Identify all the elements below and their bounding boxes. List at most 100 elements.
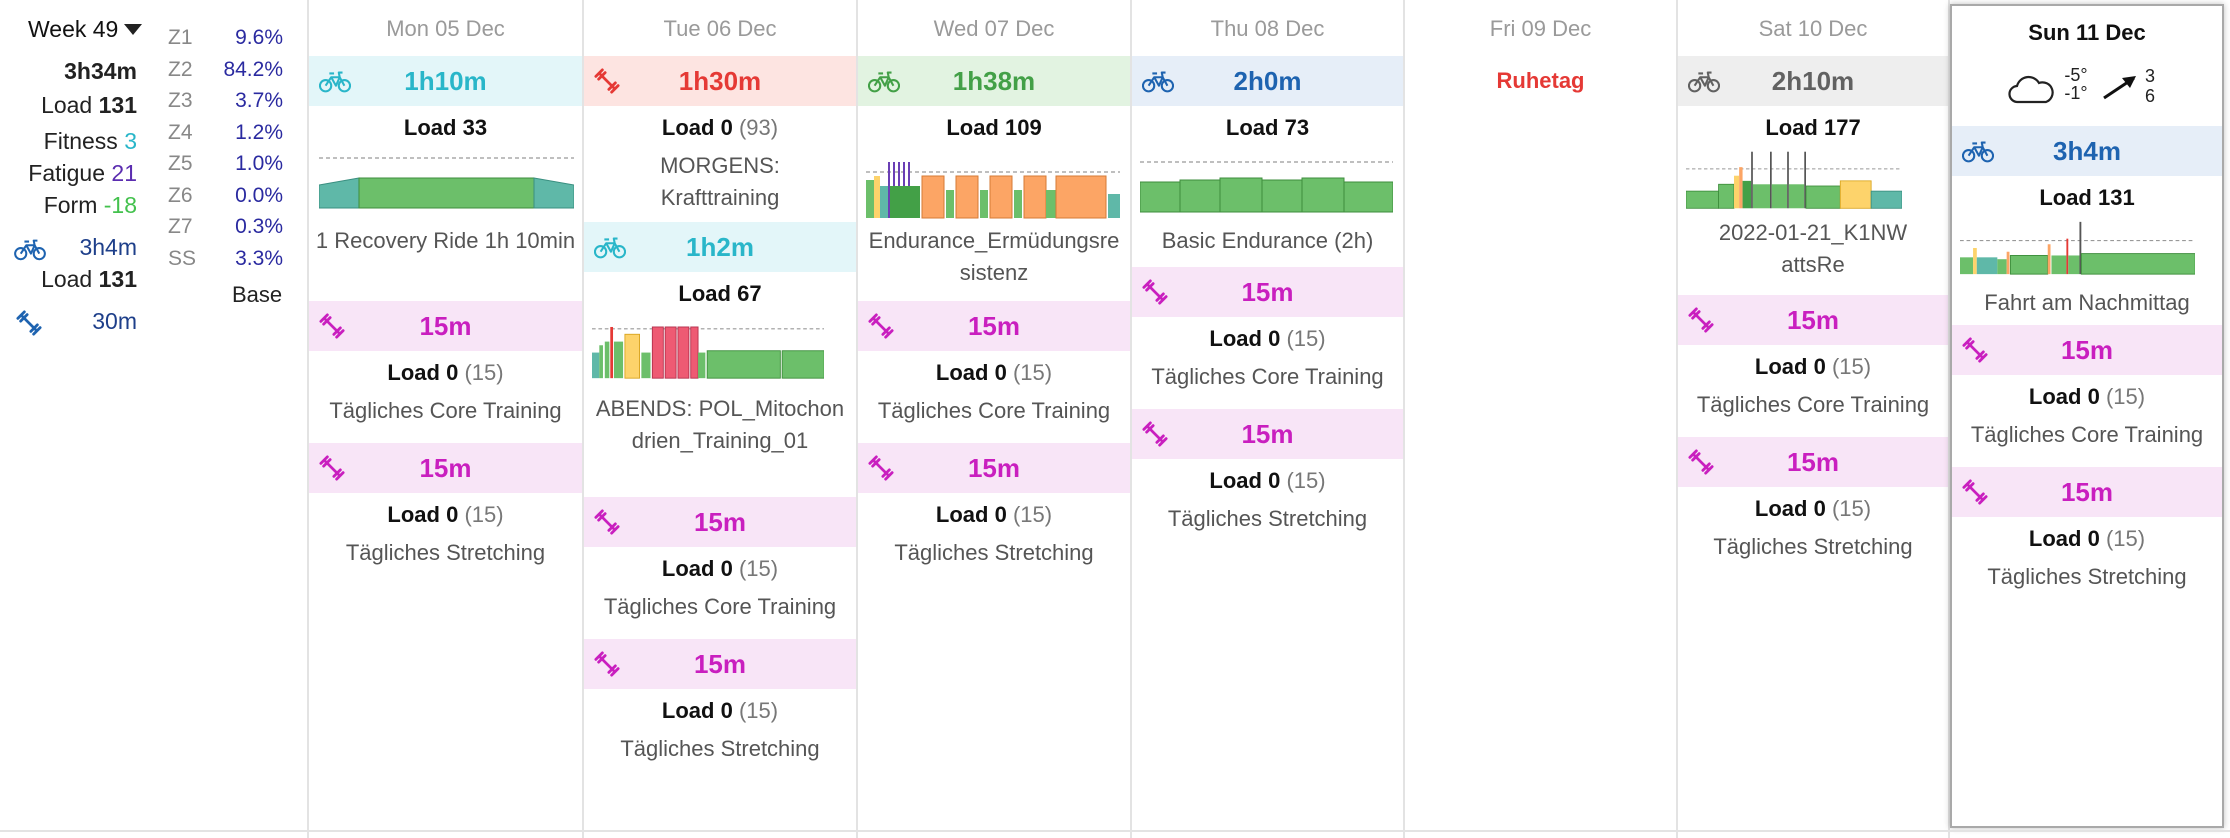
- activity-card[interactable]: 1h30m Load 0 (93) MORGENS: Krafttraining: [584, 56, 856, 222]
- activity-name: Tägliches Core Training: [1151, 364, 1384, 389]
- bike-icon: [868, 67, 900, 95]
- activity-card[interactable]: 15m Load 0 (15) Tägliches Stretching: [1678, 437, 1948, 563]
- load-planned: (15): [464, 502, 504, 527]
- week-title: Week 49: [28, 16, 119, 42]
- zone-row: Z2 84.2%: [168, 54, 283, 86]
- activity-duration: 15m: [419, 310, 472, 341]
- zone-row: Z5 1.0%: [168, 148, 283, 180]
- dumbbell-icon: [1962, 479, 1988, 505]
- load-value: Load 67: [678, 281, 762, 306]
- activity-duration: 1h38m: [952, 65, 1036, 96]
- activity-band: 15m: [1678, 437, 1948, 487]
- activity-card[interactable]: 15m Load 0 (15) Tägliches Core Training: [1678, 295, 1948, 437]
- activity-duration: 15m: [419, 452, 472, 483]
- day-header: Tue 06 Dec: [663, 16, 777, 41]
- activity-card[interactable]: 15m Load 0 (15) Tägliches Core Training: [858, 301, 1130, 443]
- rest-day-label[interactable]: Ruhetag: [1405, 68, 1676, 94]
- activity-load: Load 0 (15): [858, 493, 1130, 537]
- bike-icon: [594, 233, 626, 261]
- activity-card[interactable]: 1h38m Load 109 Endurance_Ermüdungsresist…: [858, 56, 1130, 299]
- activity-duration: 15m: [967, 310, 1021, 341]
- activity-card[interactable]: 15m Load 0 (15) Tägliches Stretching: [1132, 409, 1403, 535]
- dumbbell-icon: [319, 313, 345, 339]
- activity-name: Tägliches Stretching: [1713, 534, 1913, 559]
- activity-band: 15m: [1132, 409, 1403, 459]
- activity-name: Tägliches Core Training: [329, 398, 562, 423]
- activity-power-chart: [1685, 151, 1903, 209]
- activity-name: Tägliches Stretching: [1987, 564, 2187, 589]
- wind-bottom: 6: [2144, 86, 2155, 106]
- activity-band: 15m: [1678, 295, 1948, 345]
- zone-name: Z5: [168, 152, 193, 175]
- activity-duration: 15m: [1241, 276, 1294, 307]
- activity-card[interactable]: 1h10m Load 33 1 Recovery Ride 1h 10min: [309, 56, 582, 299]
- zone-value: 3.3%: [235, 246, 283, 270]
- activity-card[interactable]: 15m Load 0 (15) Tägliches Core Training: [1132, 267, 1403, 409]
- activity-name: Tägliches Stretching: [345, 540, 546, 565]
- activity-duration: 15m: [1241, 418, 1294, 449]
- zone-name: Z3: [168, 89, 193, 112]
- activity-band: 2h0m: [1132, 56, 1403, 106]
- ride-load-value: 131: [98, 266, 137, 292]
- activity-card[interactable]: 15m Load 0 (15) Tägliches Stretching: [584, 639, 856, 765]
- activity-name: Basic Endurance (2h): [1161, 228, 1374, 253]
- load-value: Load 131: [2039, 185, 2135, 210]
- activity-name: Tägliches Core Training: [1696, 392, 1930, 417]
- activity-duration: 15m: [2060, 476, 2114, 507]
- week-fatigue: Fatigue 21: [28, 160, 137, 187]
- load-planned: (15): [738, 698, 779, 723]
- activity-card[interactable]: 1h2m Load 67 ABENDS: POL_Mitochondrien_T…: [584, 222, 856, 497]
- activity-card[interactable]: 15m Load 0 (15) Tägliches Core Training: [1952, 325, 2222, 467]
- load-value: Load 0: [935, 360, 1007, 385]
- activity-card[interactable]: 3h4m Load 131 Fahrt am Nachmittag: [1952, 126, 2222, 325]
- zone-name: Z6: [168, 183, 193, 207]
- zone-value: 3.7%: [235, 89, 283, 112]
- activity-card[interactable]: 2h0m Load 73 Basic Endurance (2h): [1132, 56, 1403, 267]
- day-column-sun: Sun 11 Dec -5° -1° 3 6 3h4m Load 131 Fah…: [1950, 4, 2224, 828]
- week-strength-time: 30m: [92, 308, 137, 334]
- activity-load: Load 131: [1952, 176, 2222, 220]
- bike-icon: [1688, 67, 1720, 95]
- activity-band: 1h30m: [584, 56, 856, 106]
- activity-card[interactable]: 2h10m Load 177 2022-01-21_K1NWattsRe: [1678, 56, 1948, 295]
- activity-duration: 15m: [693, 648, 747, 679]
- activity-band: 15m: [1952, 467, 2222, 517]
- activity-band: 15m: [858, 301, 1130, 351]
- activity-card[interactable]: 15m Load 0 (15) Tägliches Core Training: [584, 497, 856, 639]
- activity-duration: 15m: [693, 506, 747, 537]
- day-header: Thu 08 Dec: [1210, 16, 1325, 41]
- load-planned: (15): [738, 556, 779, 581]
- activity-band: 15m: [1132, 267, 1403, 317]
- zone-name: Z7: [168, 215, 193, 238]
- dumbbell-icon: [594, 509, 620, 535]
- zone-name: Z1: [168, 26, 193, 49]
- activity-load: Load 109: [858, 106, 1130, 150]
- temperature: -5° -1°: [2060, 66, 2092, 102]
- week-ride-load: Load 131: [41, 266, 137, 293]
- day-header: Sat 10 Dec: [1758, 16, 1868, 41]
- activity-load: Load 0 (93): [584, 106, 856, 150]
- week-selector[interactable]: Week 49: [28, 16, 143, 43]
- day-column-thu: Thu 08 Dec 2h0m Load 73 Basic Endurance …: [1132, 0, 1405, 838]
- load-value: Load 0: [2028, 384, 2100, 409]
- activity-name: Fahrt am Nachmittag: [1984, 290, 2190, 315]
- fitness-value: 3: [124, 128, 137, 154]
- zone-name: Z2: [168, 57, 193, 81]
- activity-card[interactable]: 15m Load 0 (15) Tägliches Stretching: [309, 443, 582, 569]
- load-planned: (15): [1831, 354, 1872, 379]
- day-header: Mon 05 Dec: [386, 16, 505, 41]
- activity-name: Tägliches Stretching: [620, 736, 820, 761]
- activity-load: Load 0 (15): [1952, 375, 2222, 419]
- temp-high: -5°: [2064, 65, 2088, 85]
- load-planned: (15): [1286, 326, 1326, 351]
- load-planned: (15): [1012, 360, 1053, 385]
- day-column-sat: Sat 10 Dec 2h10m Load 177 2022-01-21_K1N…: [1678, 0, 1950, 838]
- activity-card[interactable]: 15m Load 0 (15) Tägliches Stretching: [858, 443, 1130, 569]
- activity-power-chart: [318, 157, 575, 209]
- activity-card[interactable]: 15m Load 0 (15) Tägliches Core Training: [309, 301, 582, 443]
- activity-band: 15m: [858, 443, 1130, 493]
- activity-card[interactable]: 15m Load 0 (15) Tägliches Stretching: [1952, 467, 2222, 593]
- load-value: Load 0: [661, 556, 733, 581]
- activity-name: Tägliches Core Training: [603, 594, 837, 619]
- activity-power-chart: [1960, 221, 2196, 275]
